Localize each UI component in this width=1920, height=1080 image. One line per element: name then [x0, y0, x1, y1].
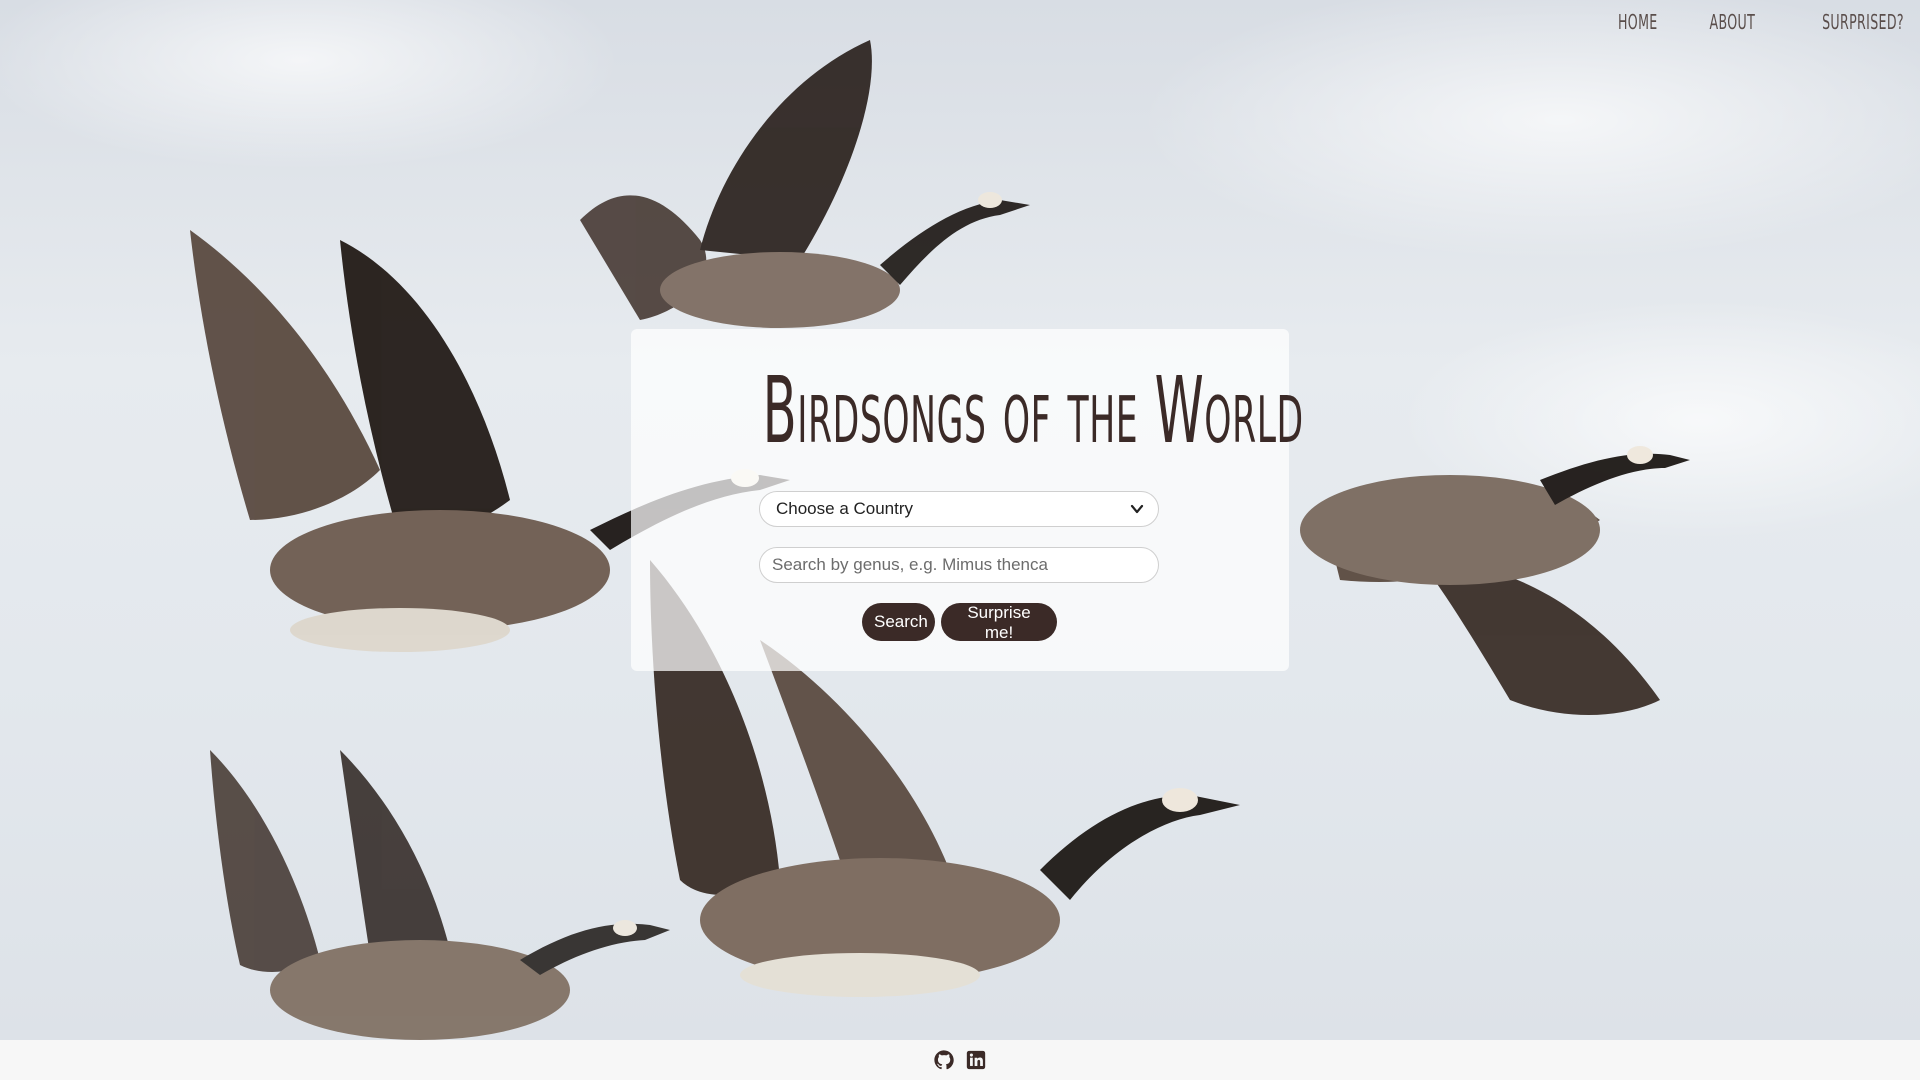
- search-button[interactable]: Search: [862, 603, 935, 641]
- genus-search-input[interactable]: [759, 547, 1159, 583]
- search-card: Birdsongs of the World Choose a Country …: [631, 329, 1304, 671]
- linkedin-icon: [966, 1050, 986, 1070]
- hero-section: HOME ABOUT SURPRISED? Birdsongs of the W…: [0, 0, 1920, 1040]
- github-icon: [934, 1050, 954, 1070]
- country-select-value: Choose a Country: [776, 499, 914, 518]
- nav-surprised-link[interactable]: SURPRISED?: [1822, 10, 1904, 34]
- chevron-down-icon: [1130, 504, 1144, 514]
- page: HOME ABOUT SURPRISED? Birdsongs of the W…: [0, 0, 1920, 1080]
- nav-about-link[interactable]: ABOUT: [1709, 10, 1755, 34]
- nav-home-link[interactable]: HOME: [1618, 10, 1658, 34]
- github-link[interactable]: [933, 1049, 955, 1071]
- footer: [0, 1040, 1920, 1080]
- goose-top: [580, 40, 1030, 328]
- surprise-me-button[interactable]: Surprise me!: [941, 603, 1057, 642]
- linkedin-link[interactable]: [965, 1049, 987, 1071]
- country-select[interactable]: Choose a Country: [759, 491, 1159, 527]
- top-navigation: HOME ABOUT SURPRISED?: [1601, 10, 1904, 34]
- goose-bottom-left: [210, 750, 670, 1040]
- page-title: Birdsongs of the World: [762, 357, 1304, 464]
